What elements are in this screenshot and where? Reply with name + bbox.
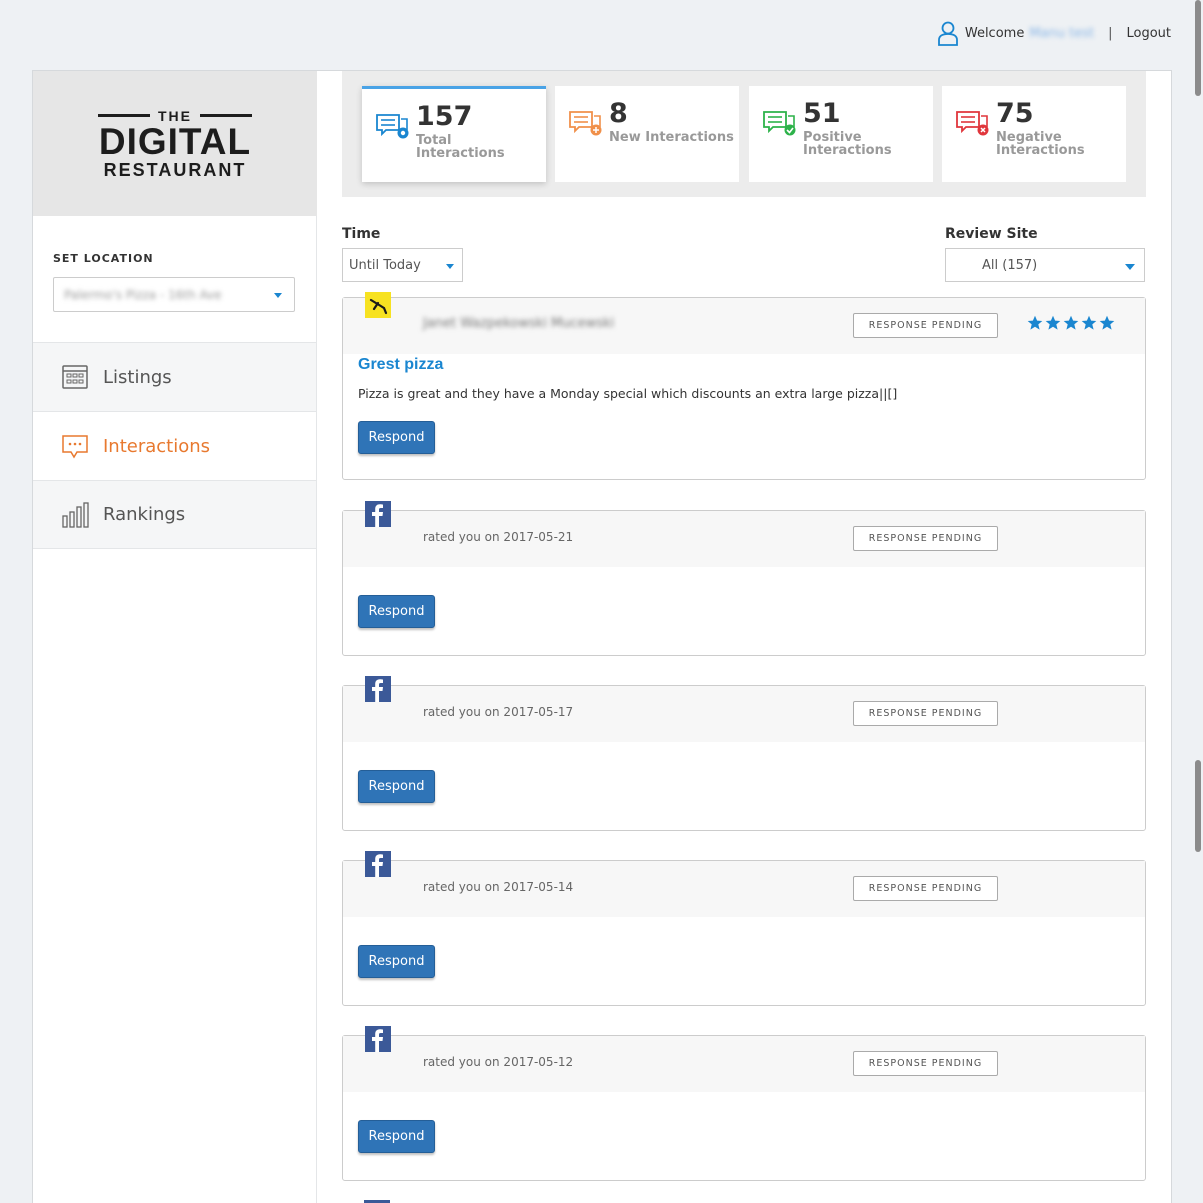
set-location: SET LOCATION Palermo's Pizza - 16th Ave (33, 216, 316, 342)
location-value: Palermo's Pizza - 16th Ave (64, 287, 222, 302)
user-name[interactable]: Manu test (1029, 26, 1094, 41)
logo-digital-text: DIGITAL (98, 120, 252, 162)
sidebar: THE DIGITAL RESTAURANT SET LOCATION Pale… (33, 71, 317, 1203)
facebook-icon[interactable] (365, 1026, 391, 1052)
review-card: Janet Wazpekowski Mucewski RESPONSE PEND… (342, 292, 1146, 480)
sidebar-item-interactions[interactable]: Interactions (33, 411, 316, 480)
stat-value: 51 (803, 98, 841, 129)
time-filter-label: Time (342, 226, 381, 242)
chat-check-icon (763, 111, 796, 136)
respond-button[interactable]: Respond (358, 421, 435, 454)
top-bar: Welcome Manu test | Logout (937, 18, 1171, 48)
logo-line-left (98, 114, 150, 117)
status-badge: RESPONSE PENDING (853, 1051, 998, 1076)
rated-date: rated you on 2017-05-14 (423, 880, 574, 894)
status-badge: RESPONSE PENDING (853, 313, 998, 338)
sidebar-item-label: Interactions (103, 435, 211, 457)
review-text: Pizza is great and they have a Monday sp… (358, 386, 898, 401)
status-badge: RESPONSE PENDING (853, 876, 998, 901)
respond-button[interactable]: Respond (358, 1120, 435, 1153)
stat-new-interactions[interactable]: 8 New Interactions (555, 86, 739, 182)
header-separator: | (1108, 25, 1113, 41)
set-location-label: SET LOCATION (53, 252, 154, 265)
review-site-value: All (157) (982, 257, 1038, 273)
sidebar-item-listings[interactable]: Listings (33, 342, 316, 411)
logo-line-right (200, 114, 252, 117)
review-card-header: rated you on 2017-05-12 RESPONSE PENDING (343, 1026, 1145, 1092)
review-card: rated you on 2017-05-14 RESPONSE PENDING… (342, 851, 1146, 1006)
star-icon (1081, 315, 1097, 330)
review-card-header: Janet Wazpekowski Mucewski RESPONSE PEND… (343, 292, 1145, 354)
facebook-icon[interactable] (365, 676, 391, 702)
review-site-select[interactable]: All (157) (945, 248, 1145, 282)
rated-date: rated you on 2017-05-12 (423, 1055, 574, 1069)
stat-label: New Interactions (609, 130, 734, 145)
caret-down-icon (1125, 264, 1135, 270)
stat-label: Positive Interactions (803, 130, 892, 158)
scrollbar[interactable] (1193, 0, 1203, 1203)
scrollbar-thumb-outer[interactable] (1195, 0, 1201, 96)
chat-bubble-icon (62, 435, 88, 459)
grid-calendar-icon (62, 365, 88, 389)
caret-down-icon (446, 264, 454, 269)
review-card: rated you on 2017-05-21 RESPONSE PENDING… (342, 501, 1146, 656)
star-icon (1099, 315, 1115, 330)
user-icon (937, 21, 958, 46)
review-title[interactable]: Grest pizza (343, 356, 1145, 374)
time-select-value: Until Today (349, 257, 421, 273)
chat-cross-icon (956, 111, 989, 136)
respond-button[interactable]: Respond (358, 595, 435, 628)
stats-panel: 157 Total Interactions 8 New Interaction… (342, 71, 1146, 197)
bar-chart-icon (62, 501, 89, 528)
stat-total-interactions[interactable]: 157 Total Interactions (362, 86, 546, 182)
sidebar-item-label: Rankings (103, 504, 186, 525)
facebook-icon[interactable] (365, 851, 391, 877)
review-card: rated you on 2017-05-12 RESPONSE PENDING… (342, 1026, 1146, 1181)
status-badge: RESPONSE PENDING (853, 701, 998, 726)
logout-link[interactable]: Logout (1126, 26, 1171, 41)
sidebar-item-rankings[interactable]: Rankings (33, 480, 316, 549)
yellowpages-icon[interactable] (365, 292, 391, 318)
rated-date: rated you on 2017-05-21 (423, 530, 574, 544)
review-card-header: rated you on 2017-05-14 RESPONSE PENDING (343, 851, 1145, 917)
rated-date: rated you on 2017-05-17 (423, 705, 574, 719)
chat-info-icon (376, 114, 409, 139)
reviewer-name: Janet Wazpekowski Mucewski (423, 316, 615, 331)
star-icon (1063, 315, 1079, 330)
respond-button[interactable]: Respond (358, 945, 435, 978)
stat-negative-interactions[interactable]: 75 Negative Interactions (942, 86, 1126, 182)
review-card-header: rated you on 2017-05-21 RESPONSE PENDING (343, 501, 1145, 567)
stat-positive-interactions[interactable]: 51 Positive Interactions (749, 86, 933, 182)
stat-label: Negative Interactions (996, 130, 1085, 158)
review-site-label: Review Site (945, 226, 1038, 242)
app-frame: THE DIGITAL RESTAURANT SET LOCATION Pale… (32, 70, 1172, 1203)
welcome-text: Welcome (964, 25, 1025, 41)
scrollbar-thumb-inner[interactable] (1195, 760, 1201, 852)
sidebar-item-label: Listings (103, 366, 172, 388)
review-card: rated you on 2017-05-17 RESPONSE PENDING… (342, 676, 1146, 831)
star-icon (1027, 315, 1043, 330)
stat-value: 157 (416, 101, 473, 132)
star-icon (1045, 315, 1061, 330)
caret-down-icon (274, 293, 282, 298)
status-badge: RESPONSE PENDING (853, 526, 998, 551)
stat-value: 8 (609, 98, 628, 129)
stat-label: Total Interactions (416, 133, 505, 161)
chat-new-icon (569, 111, 602, 136)
stat-value: 75 (996, 98, 1034, 129)
logo-restaurant-text: RESTAURANT (103, 159, 247, 180)
location-select[interactable]: Palermo's Pizza - 16th Ave (53, 277, 295, 312)
logo[interactable]: THE DIGITAL RESTAURANT (33, 71, 317, 216)
facebook-icon[interactable] (365, 501, 391, 527)
respond-button[interactable]: Respond (358, 770, 435, 803)
review-card-header: rated you on 2017-05-17 RESPONSE PENDING (343, 676, 1145, 742)
time-select[interactable]: Until Today (342, 248, 463, 282)
rating-stars (1027, 315, 1117, 331)
